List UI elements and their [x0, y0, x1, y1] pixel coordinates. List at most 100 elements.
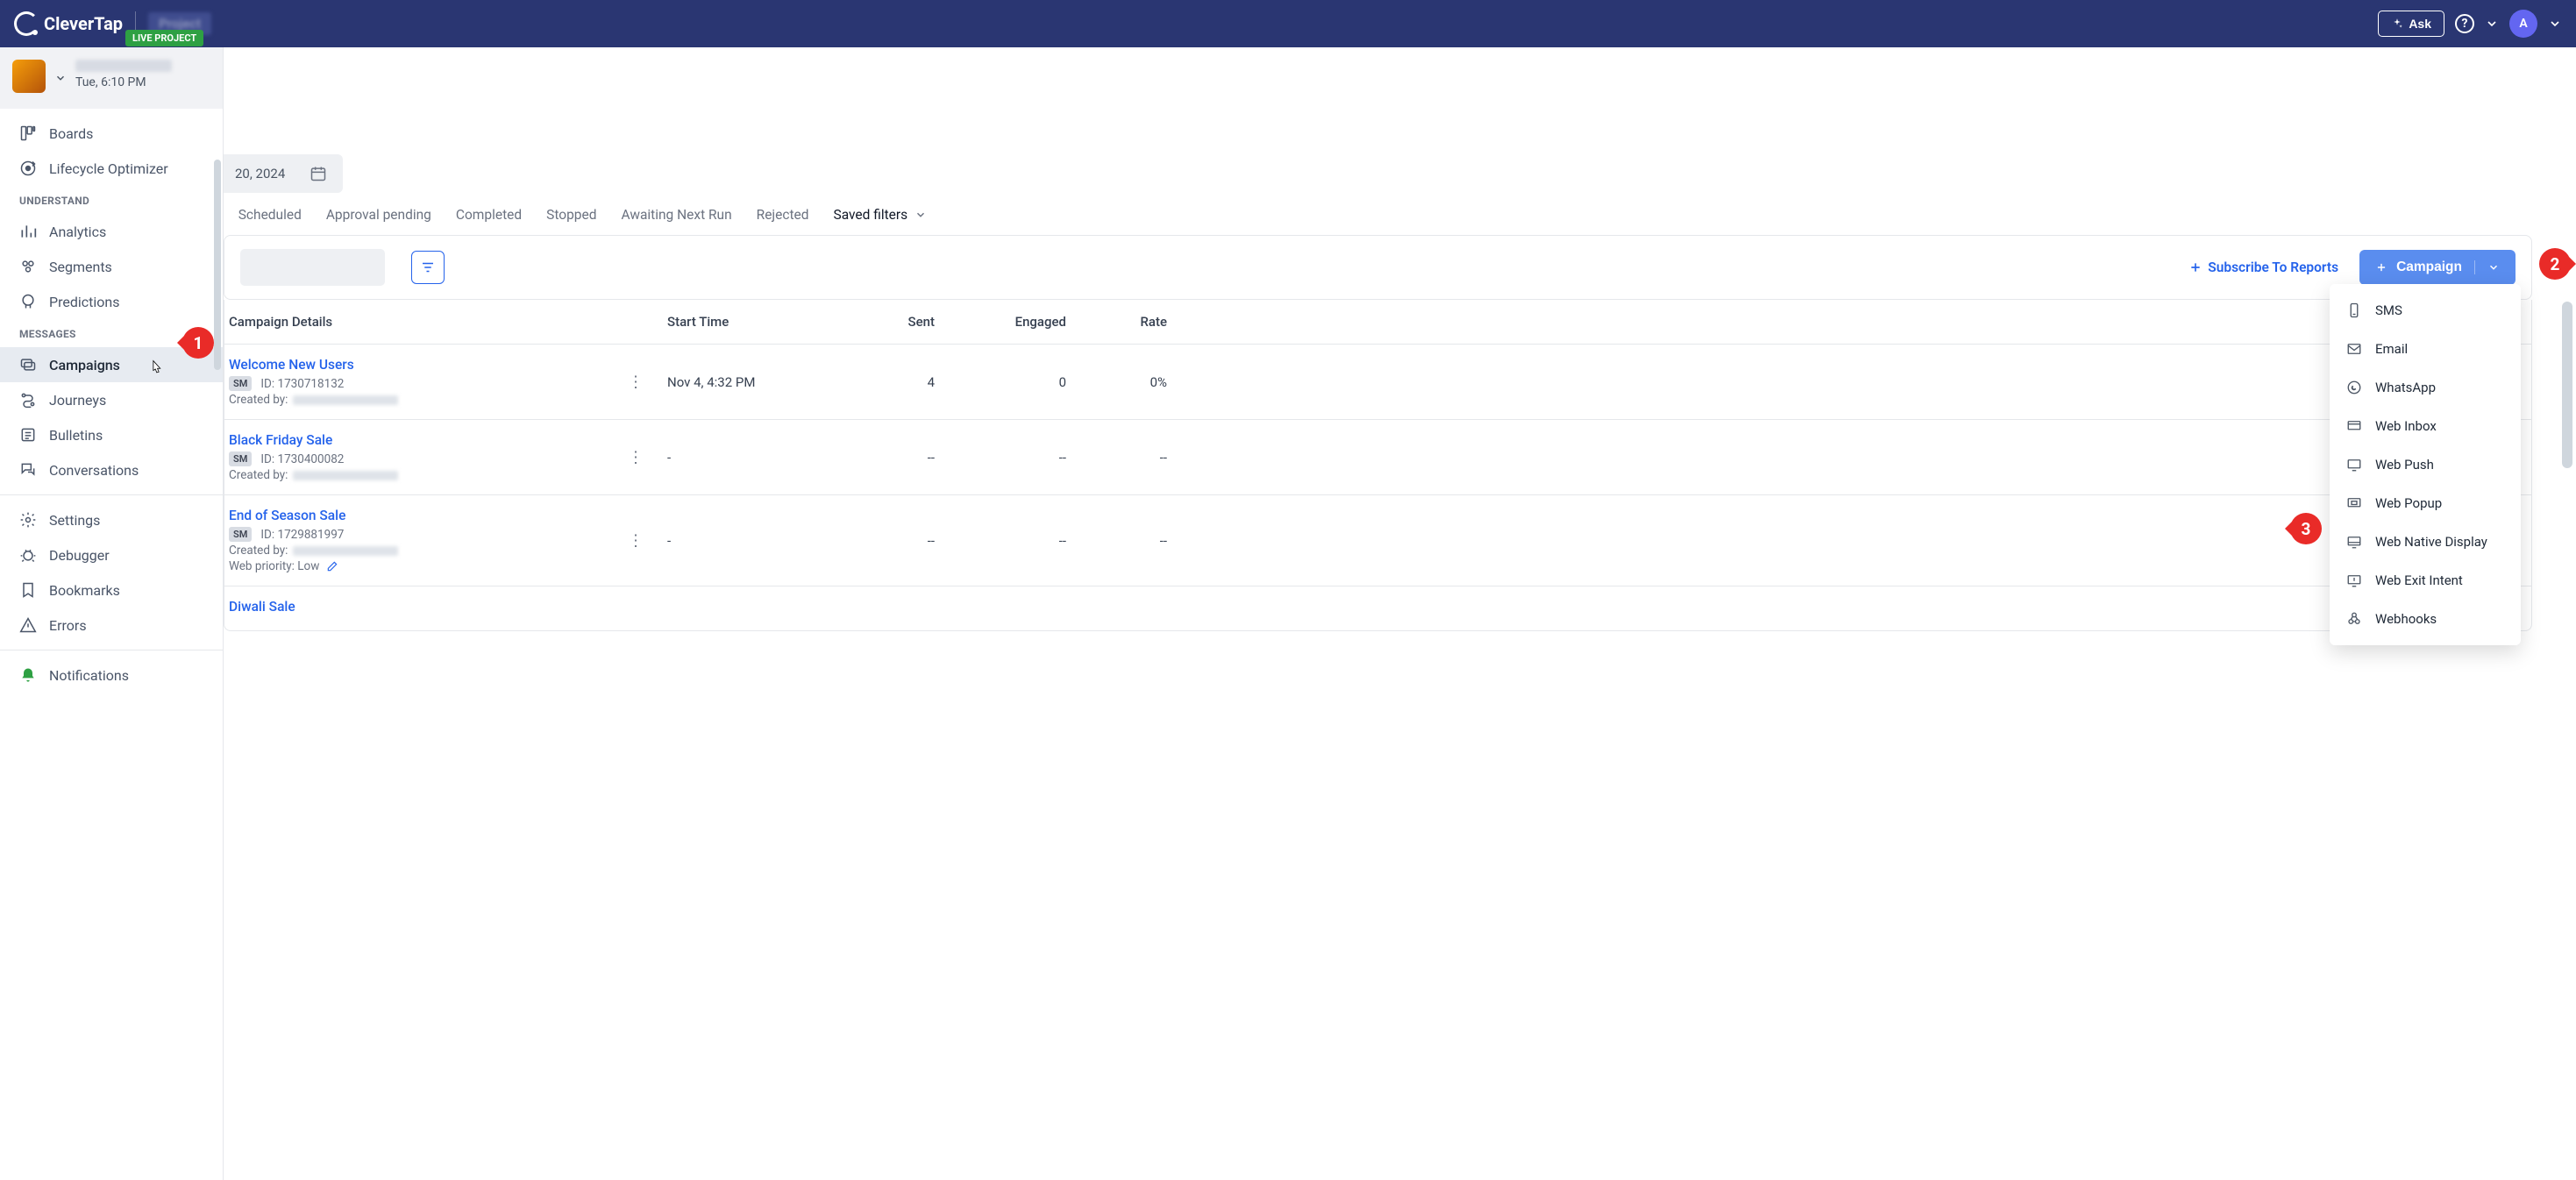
sms-icon [2345, 302, 2363, 319]
dropdown-item-label: Web Push [2375, 457, 2434, 473]
column-campaign-details[interactable]: Campaign Details [229, 314, 667, 330]
tab-completed[interactable]: Completed [456, 207, 522, 223]
cell-rate: 0% [1066, 374, 1167, 390]
sidebar-item-campaigns[interactable]: Campaigns [0, 347, 223, 382]
chevron-down-icon [2487, 261, 2500, 274]
dropdown-item-web-exit-intent[interactable]: Web Exit Intent [2330, 561, 2521, 600]
segments-icon [19, 258, 37, 275]
dropdown-item-webhooks[interactable]: Webhooks [2330, 600, 2521, 638]
campaign-title-link[interactable]: Diwali Sale [229, 599, 641, 615]
help-button[interactable]: ? [2455, 14, 2474, 33]
search-input-placeholder-box[interactable] [240, 249, 385, 286]
filter-button[interactable] [411, 251, 445, 284]
bulletins-icon [19, 426, 37, 444]
toolbar: Subscribe To Reports Campaign [224, 235, 2532, 300]
sidebar-item-errors[interactable]: Errors [0, 608, 223, 643]
sidebar-item-label: Predictions [49, 294, 119, 310]
web-push-icon [2345, 456, 2363, 473]
dropdown-item-web-native-display[interactable]: Web Native Display [2330, 522, 2521, 561]
logo-mark-icon [14, 11, 39, 36]
conversations-icon [19, 461, 37, 479]
cell-rate: -- [1066, 450, 1167, 466]
web-priority-label: Web priority: Low [229, 559, 319, 573]
tab-awaiting-next-run[interactable]: Awaiting Next Run [621, 207, 731, 223]
sidebar-item-notifications[interactable]: Notifications [0, 658, 223, 693]
avatar-chevron-icon[interactable] [2548, 17, 2562, 31]
campaign-title-link[interactable]: Welcome New Users [229, 357, 641, 373]
table-row: End of Season Sale SM ID: 1729881997 Cre… [224, 494, 2531, 586]
saved-filters-dropdown[interactable]: Saved filters [834, 207, 928, 223]
user-avatar-thumb [12, 60, 46, 93]
sidebar-item-boards[interactable]: Boards [0, 116, 223, 151]
campaign-title-link[interactable]: End of Season Sale [229, 508, 641, 523]
row-actions-menu[interactable]: ⋮ [628, 373, 644, 391]
sidebar-item-lifecycle-optimizer[interactable]: Lifecycle Optimizer [0, 151, 223, 186]
user-block[interactable]: Tue, 6:10 PM [0, 47, 223, 109]
column-sent[interactable]: Sent [812, 314, 935, 330]
dropdown-item-label: SMS [2375, 302, 2402, 318]
subscribe-to-reports-link[interactable]: Subscribe To Reports [2188, 259, 2338, 275]
whatsapp-icon [2345, 379, 2363, 396]
new-campaign-button[interactable]: Campaign [2359, 250, 2516, 285]
ask-label: Ask [2409, 17, 2431, 31]
ask-button[interactable]: Ask [2378, 11, 2444, 37]
column-rate[interactable]: Rate [1066, 314, 1167, 330]
lifecycle-icon [19, 160, 37, 177]
sidebar-item-label: Segments [49, 259, 112, 275]
bell-icon [19, 666, 37, 684]
sidebar-item-bookmarks[interactable]: Bookmarks [0, 572, 223, 608]
column-engaged[interactable]: Engaged [935, 314, 1066, 330]
date-range-chip[interactable]: 20, 2024 [224, 154, 343, 193]
sidebar-item-segments[interactable]: Segments [0, 249, 223, 284]
sidebar-scrollbar[interactable] [214, 160, 221, 370]
dropdown-item-label: Web Exit Intent [2375, 572, 2463, 588]
sidebar-item-label: Campaigns [49, 357, 120, 373]
plus-icon [2375, 261, 2387, 274]
sidebar-item-predictions[interactable]: Predictions [0, 284, 223, 319]
campaigns-table: Campaign Details Start Time Sent Engaged… [224, 300, 2532, 631]
content-scrollbar[interactable] [2562, 302, 2572, 468]
tab-approval-pending[interactable]: Approval pending [326, 207, 431, 223]
sidebar-item-label: Bookmarks [49, 582, 120, 599]
cell-sent: -- [812, 450, 935, 466]
dropdown-item-web-push[interactable]: Web Push [2330, 445, 2521, 484]
dropdown-item-sms[interactable]: SMS [2330, 291, 2521, 330]
dropdown-item-email[interactable]: Email [2330, 330, 2521, 368]
bookmarks-icon [19, 581, 37, 599]
column-start-time[interactable]: Start Time [667, 314, 812, 330]
content-pane: 20, 2024 g Scheduled Approval pending Co… [224, 47, 2576, 1180]
dropdown-item-whatsapp[interactable]: WhatsApp [2330, 368, 2521, 407]
sidebar-item-settings[interactable]: Settings [0, 502, 223, 537]
tab-rejected[interactable]: Rejected [757, 207, 809, 223]
sidebar-item-debugger[interactable]: Debugger [0, 537, 223, 572]
tab-scheduled[interactable]: Scheduled [238, 207, 302, 223]
dropdown-item-label: Webhooks [2375, 611, 2437, 627]
sidebar-item-conversations[interactable]: Conversations [0, 452, 223, 487]
dropdown-item-web-popup[interactable]: Web Popup [2330, 484, 2521, 522]
campaign-id: ID: 1729881997 [260, 528, 344, 542]
sidebar-item-analytics[interactable]: Analytics [0, 214, 223, 249]
edit-priority-button[interactable] [326, 560, 338, 572]
brand-logo[interactable]: CleverTap [14, 11, 123, 36]
user-block-chevron-icon[interactable] [54, 72, 67, 84]
tab-stopped[interactable]: Stopped [546, 207, 596, 223]
sidebar-item-journeys[interactable]: Journeys [0, 382, 223, 417]
live-project-badge: LIVE PROJECT [125, 30, 203, 46]
created-by-label: Created by: [229, 468, 288, 482]
campaign-title-link[interactable]: Black Friday Sale [229, 432, 641, 448]
journeys-icon [19, 391, 37, 409]
boards-icon [19, 124, 37, 142]
creator-name-blurred [293, 546, 398, 556]
sidebar-heading-understand: UNDERSTAND [0, 186, 223, 214]
created-by-label: Created by: [229, 544, 288, 558]
sidebar: Tue, 6:10 PM Boards Lifecycle Optimizer … [0, 47, 224, 1180]
user-avatar[interactable]: A [2509, 10, 2537, 38]
cell-rate: -- [1066, 533, 1167, 549]
sidebar-item-bulletins[interactable]: Bulletins [0, 417, 223, 452]
dropdown-item-web-inbox[interactable]: Web Inbox [2330, 407, 2521, 445]
row-actions-menu[interactable]: ⋮ [628, 448, 644, 466]
created-by-label: Created by: [229, 393, 288, 407]
campaign-id: ID: 1730718132 [260, 377, 344, 391]
help-chevron-icon[interactable] [2485, 17, 2499, 31]
row-actions-menu[interactable]: ⋮ [628, 531, 644, 550]
